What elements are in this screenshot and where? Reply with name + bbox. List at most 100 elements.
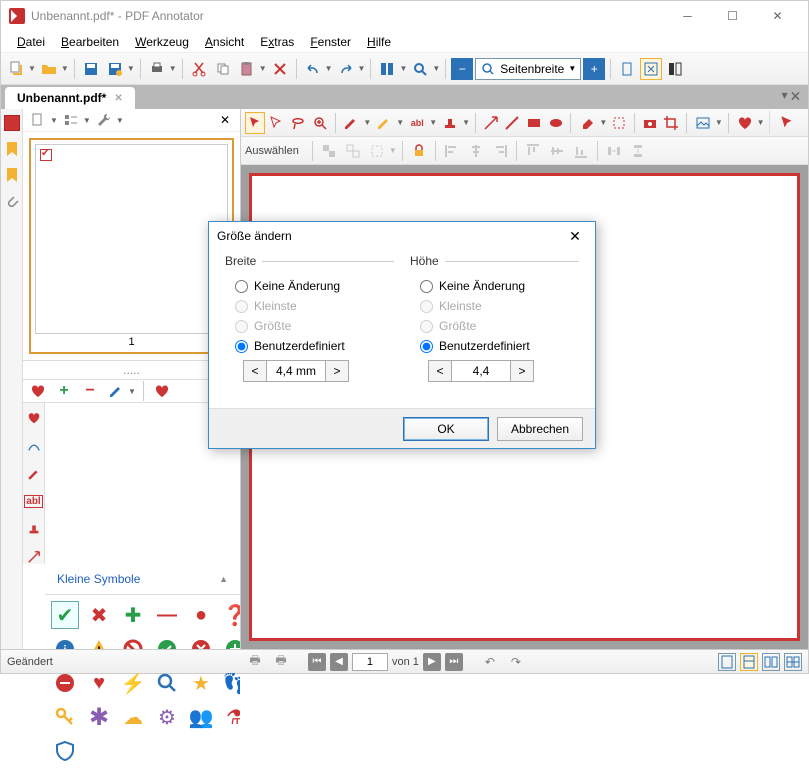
sym-people[interactable]: 👥	[187, 703, 215, 731]
sub-dist-v[interactable]	[627, 140, 649, 162]
minimize-button[interactable]: ─	[665, 2, 710, 30]
tab-close-button[interactable]: ✕	[114, 93, 122, 104]
sym-plus[interactable]: ✚	[119, 601, 147, 629]
dialog-close-button[interactable]: ✕	[563, 224, 587, 248]
width-dec[interactable]: <	[243, 360, 267, 382]
strip-bookmark-icon[interactable]	[4, 141, 20, 157]
save-button[interactable]	[80, 58, 102, 80]
tool-ellipse[interactable]	[546, 112, 566, 134]
search-button[interactable]	[409, 58, 431, 80]
new-doc-button[interactable]	[5, 58, 27, 80]
sub-align-3[interactable]	[489, 140, 511, 162]
tool-select[interactable]	[245, 112, 265, 134]
sb-fwd[interactable]: ↷	[505, 651, 527, 673]
tool-rect[interactable]	[524, 112, 544, 134]
redo-button[interactable]	[335, 58, 357, 80]
sub-align-4[interactable]	[522, 140, 544, 162]
find-button[interactable]	[376, 58, 398, 80]
thumb-checkbox[interactable]	[40, 149, 52, 161]
sb-view4[interactable]	[784, 653, 802, 671]
print-button[interactable]	[146, 58, 168, 80]
tool-select-text[interactable]	[267, 112, 287, 134]
sb-print[interactable]: 🖶	[244, 651, 266, 673]
menu-extras[interactable]: Extras	[252, 33, 302, 51]
tool-arrow[interactable]	[481, 112, 501, 134]
tool-favorite[interactable]	[734, 112, 756, 134]
sub-group3[interactable]	[366, 140, 388, 162]
side-tools-button[interactable]	[93, 109, 115, 131]
sb-view2[interactable]	[740, 653, 758, 671]
sub-lock[interactable]	[408, 140, 430, 162]
tool-crop[interactable]	[661, 112, 681, 134]
sym-check[interactable]: ✔	[51, 601, 79, 629]
fav-add-button[interactable]: +	[53, 380, 75, 402]
document-tab[interactable]: Unbenannt.pdf* ✕	[5, 87, 135, 109]
fav-edit-button[interactable]	[105, 380, 127, 402]
strip-pages-icon[interactable]	[4, 115, 20, 131]
zoom-in-button[interactable]: +	[583, 58, 605, 80]
undo-button[interactable]	[302, 58, 324, 80]
maximize-button[interactable]: ☐	[710, 2, 755, 30]
side-new-page-button[interactable]	[27, 109, 49, 131]
cat-text-icon[interactable]: abl	[24, 495, 42, 508]
cat-pen-icon[interactable]	[27, 439, 41, 453]
sb-view3[interactable]	[762, 653, 780, 671]
sym-asterisk[interactable]: ✱	[85, 703, 113, 731]
cat-fav-icon[interactable]	[27, 411, 41, 425]
layout-single-button[interactable]	[616, 58, 638, 80]
fav-heart-button[interactable]	[27, 380, 49, 402]
sb-print2[interactable]: 🖶	[270, 651, 292, 673]
sym-heart[interactable]: ♥	[85, 669, 113, 697]
cat-arrow-icon[interactable]	[27, 550, 41, 564]
tool-erase[interactable]	[576, 112, 598, 134]
width-value[interactable]	[267, 360, 325, 382]
menu-ansicht[interactable]: Ansicht	[197, 33, 252, 51]
sub-align-1[interactable]	[441, 140, 463, 162]
layout-full-button[interactable]	[640, 58, 662, 80]
strip-attachment-icon[interactable]	[4, 193, 20, 209]
menu-datei[interactable]: Datei	[9, 33, 53, 51]
sym-star[interactable]: ★	[187, 669, 215, 697]
sym-minus-circle[interactable]	[51, 669, 79, 697]
fav-current-button[interactable]	[151, 380, 173, 402]
open-button[interactable]	[38, 58, 60, 80]
cat-pencil-icon[interactable]	[27, 467, 41, 481]
sb-view1[interactable]	[718, 653, 736, 671]
width-inc[interactable]: >	[325, 360, 349, 382]
sub-group2[interactable]	[342, 140, 364, 162]
sub-align-5[interactable]	[546, 140, 568, 162]
sym-key[interactable]	[51, 703, 79, 731]
sym-bolt[interactable]: ⚡	[119, 669, 147, 697]
tool-erase-area[interactable]	[609, 112, 629, 134]
copy-button[interactable]	[212, 58, 234, 80]
side-close-button[interactable]: ✕	[214, 109, 236, 131]
dialog-ok-button[interactable]: OK	[403, 417, 489, 441]
zoom-out-button[interactable]: −	[451, 58, 473, 80]
menu-hilfe[interactable]: Hilfe	[359, 33, 399, 51]
sym-gear[interactable]: ⚙	[153, 703, 181, 731]
sub-dist-h[interactable]	[603, 140, 625, 162]
tool-highlight[interactable]	[373, 112, 395, 134]
tool-zoom[interactable]	[310, 112, 330, 134]
tool-line[interactable]	[503, 112, 523, 134]
tabrow-menu[interactable]: ▾ 🗙	[778, 84, 804, 109]
dialog-cancel-button[interactable]: Abbrechen	[497, 417, 583, 441]
sb-first[interactable]: ⏮	[308, 653, 326, 671]
sym-question[interactable]: ❓	[221, 601, 240, 629]
save-as-button[interactable]	[104, 58, 126, 80]
sym-steps[interactable]: 👣	[221, 669, 240, 697]
tool-snapshot[interactable]	[640, 112, 660, 134]
width-opt-nochange[interactable]: Keine Änderung	[225, 276, 394, 296]
sym-x[interactable]: ✖	[85, 601, 113, 629]
height-dec[interactable]: <	[428, 360, 452, 382]
sb-prev[interactable]: ◀	[330, 653, 348, 671]
menu-fenster[interactable]: Fenster	[302, 33, 359, 51]
fav-remove-button[interactable]: −	[79, 380, 101, 402]
sym-cloud[interactable]: ☁	[119, 703, 147, 731]
tool-stamp[interactable]	[439, 112, 461, 134]
layout-two-button[interactable]	[664, 58, 686, 80]
panel-label[interactable]: Kleine Symbole ▲	[45, 564, 240, 595]
width-opt-custom[interactable]: Benutzerdefiniert	[225, 336, 394, 356]
sb-back[interactable]: ↶	[479, 651, 501, 673]
sb-last[interactable]: ⏭	[445, 653, 463, 671]
